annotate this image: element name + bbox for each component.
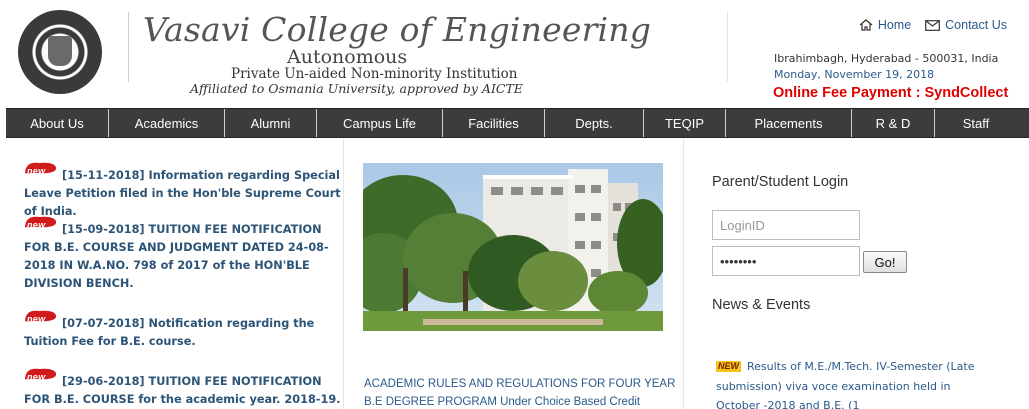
home-link[interactable]: Home	[859, 18, 911, 32]
contact-us-label: Contact Us	[945, 18, 1007, 32]
go-button[interactable]: Go!	[863, 251, 907, 273]
current-date: Monday, November 19, 2018	[774, 68, 935, 81]
college-logo[interactable]	[18, 10, 102, 94]
nav-item-alumni[interactable]: Alumni	[225, 109, 317, 137]
college-address: Ibrahimbagh, Hyderabad - 500031, India	[774, 52, 999, 65]
nav-item-about-us[interactable]: About Us	[6, 109, 109, 137]
nav-item-facilities[interactable]: Facilities	[443, 109, 545, 137]
new-badge-icon: new	[24, 309, 58, 324]
main-nav: About Us Academics Alumni Campus Life Fa…	[6, 108, 1029, 138]
event-item[interactable]: NEW Results of M.E./M.Tech. IV-Semester (…	[716, 357, 978, 409]
login-id-input[interactable]	[712, 210, 860, 240]
academic-rules-link[interactable]: ACADEMIC RULES AND REGULATIONS FOR FOUR …	[364, 375, 676, 409]
new-badge-icon: new	[24, 215, 58, 230]
online-fee-payment-link[interactable]: Online Fee Payment : SyndCollect	[773, 85, 1008, 101]
news-item-text: [15-09-2018] TUITION FEE NOTIFICATION FO…	[24, 223, 329, 290]
nav-item-staff[interactable]: Staff	[935, 109, 1017, 137]
envelope-icon	[925, 19, 941, 31]
event-item-text: Results of M.E./M.Tech. IV-Semester (Lat…	[716, 360, 975, 409]
new-badge-icon: new	[24, 161, 58, 176]
new-badge-icon: new	[24, 367, 58, 382]
autonomous-label: Autonomous	[287, 46, 408, 68]
top-links: Home Contact Us	[859, 18, 1007, 32]
home-icon	[859, 19, 873, 31]
new-tag-icon: NEW	[716, 361, 741, 372]
news-list: new [15-11-2018] Information regarding S…	[24, 160, 342, 409]
news-item-text: [29-06-2018] TUITION FEE NOTIFICATION FO…	[24, 375, 341, 406]
nav-item-teqip[interactable]: TEQIP	[644, 109, 726, 137]
column-divider	[343, 139, 344, 409]
nav-item-depts[interactable]: Depts.	[545, 109, 644, 137]
contact-us-link[interactable]: Contact Us	[925, 18, 1007, 32]
nav-item-r-and-d[interactable]: R & D	[852, 109, 935, 137]
news-item-text: [15-11-2018] Information regarding Speci…	[24, 169, 341, 218]
campus-photo[interactable]	[363, 163, 663, 331]
nav-item-placements[interactable]: Placements	[726, 109, 852, 137]
college-name: Vasavi College of Engineering	[143, 10, 652, 49]
logo-emblem-icon	[48, 36, 72, 66]
header-divider-right	[727, 12, 728, 82]
affiliation-text: Affiliated to Osmania University, approv…	[190, 81, 523, 96]
home-link-label: Home	[877, 18, 912, 32]
nav-item-campus-life[interactable]: Campus Life	[317, 109, 443, 137]
column-divider	[683, 139, 684, 409]
news-events-title: News & Events	[712, 297, 811, 313]
nav-item-academics[interactable]: Academics	[109, 109, 225, 137]
password-input[interactable]	[712, 246, 860, 276]
news-item[interactable]: new [29-06-2018] TUITION FEE NOTIFICATIO…	[24, 368, 342, 409]
news-item[interactable]: new [15-09-2018] TUITION FEE NOTIFICATIO…	[24, 216, 342, 293]
login-title: Parent/Student Login	[712, 174, 849, 190]
institution-type: Private Un-aided Non-minority Institutio…	[231, 66, 518, 82]
news-item-text: [07-07-2018] Notification regarding the …	[24, 317, 315, 348]
header-divider	[128, 12, 129, 82]
site-header: Vasavi College of Engineering Autonomous…	[0, 0, 1029, 108]
news-item[interactable]: new [07-07-2018] Notification regarding …	[24, 310, 342, 351]
news-item[interactable]: new [15-11-2018] Information regarding S…	[24, 162, 342, 221]
